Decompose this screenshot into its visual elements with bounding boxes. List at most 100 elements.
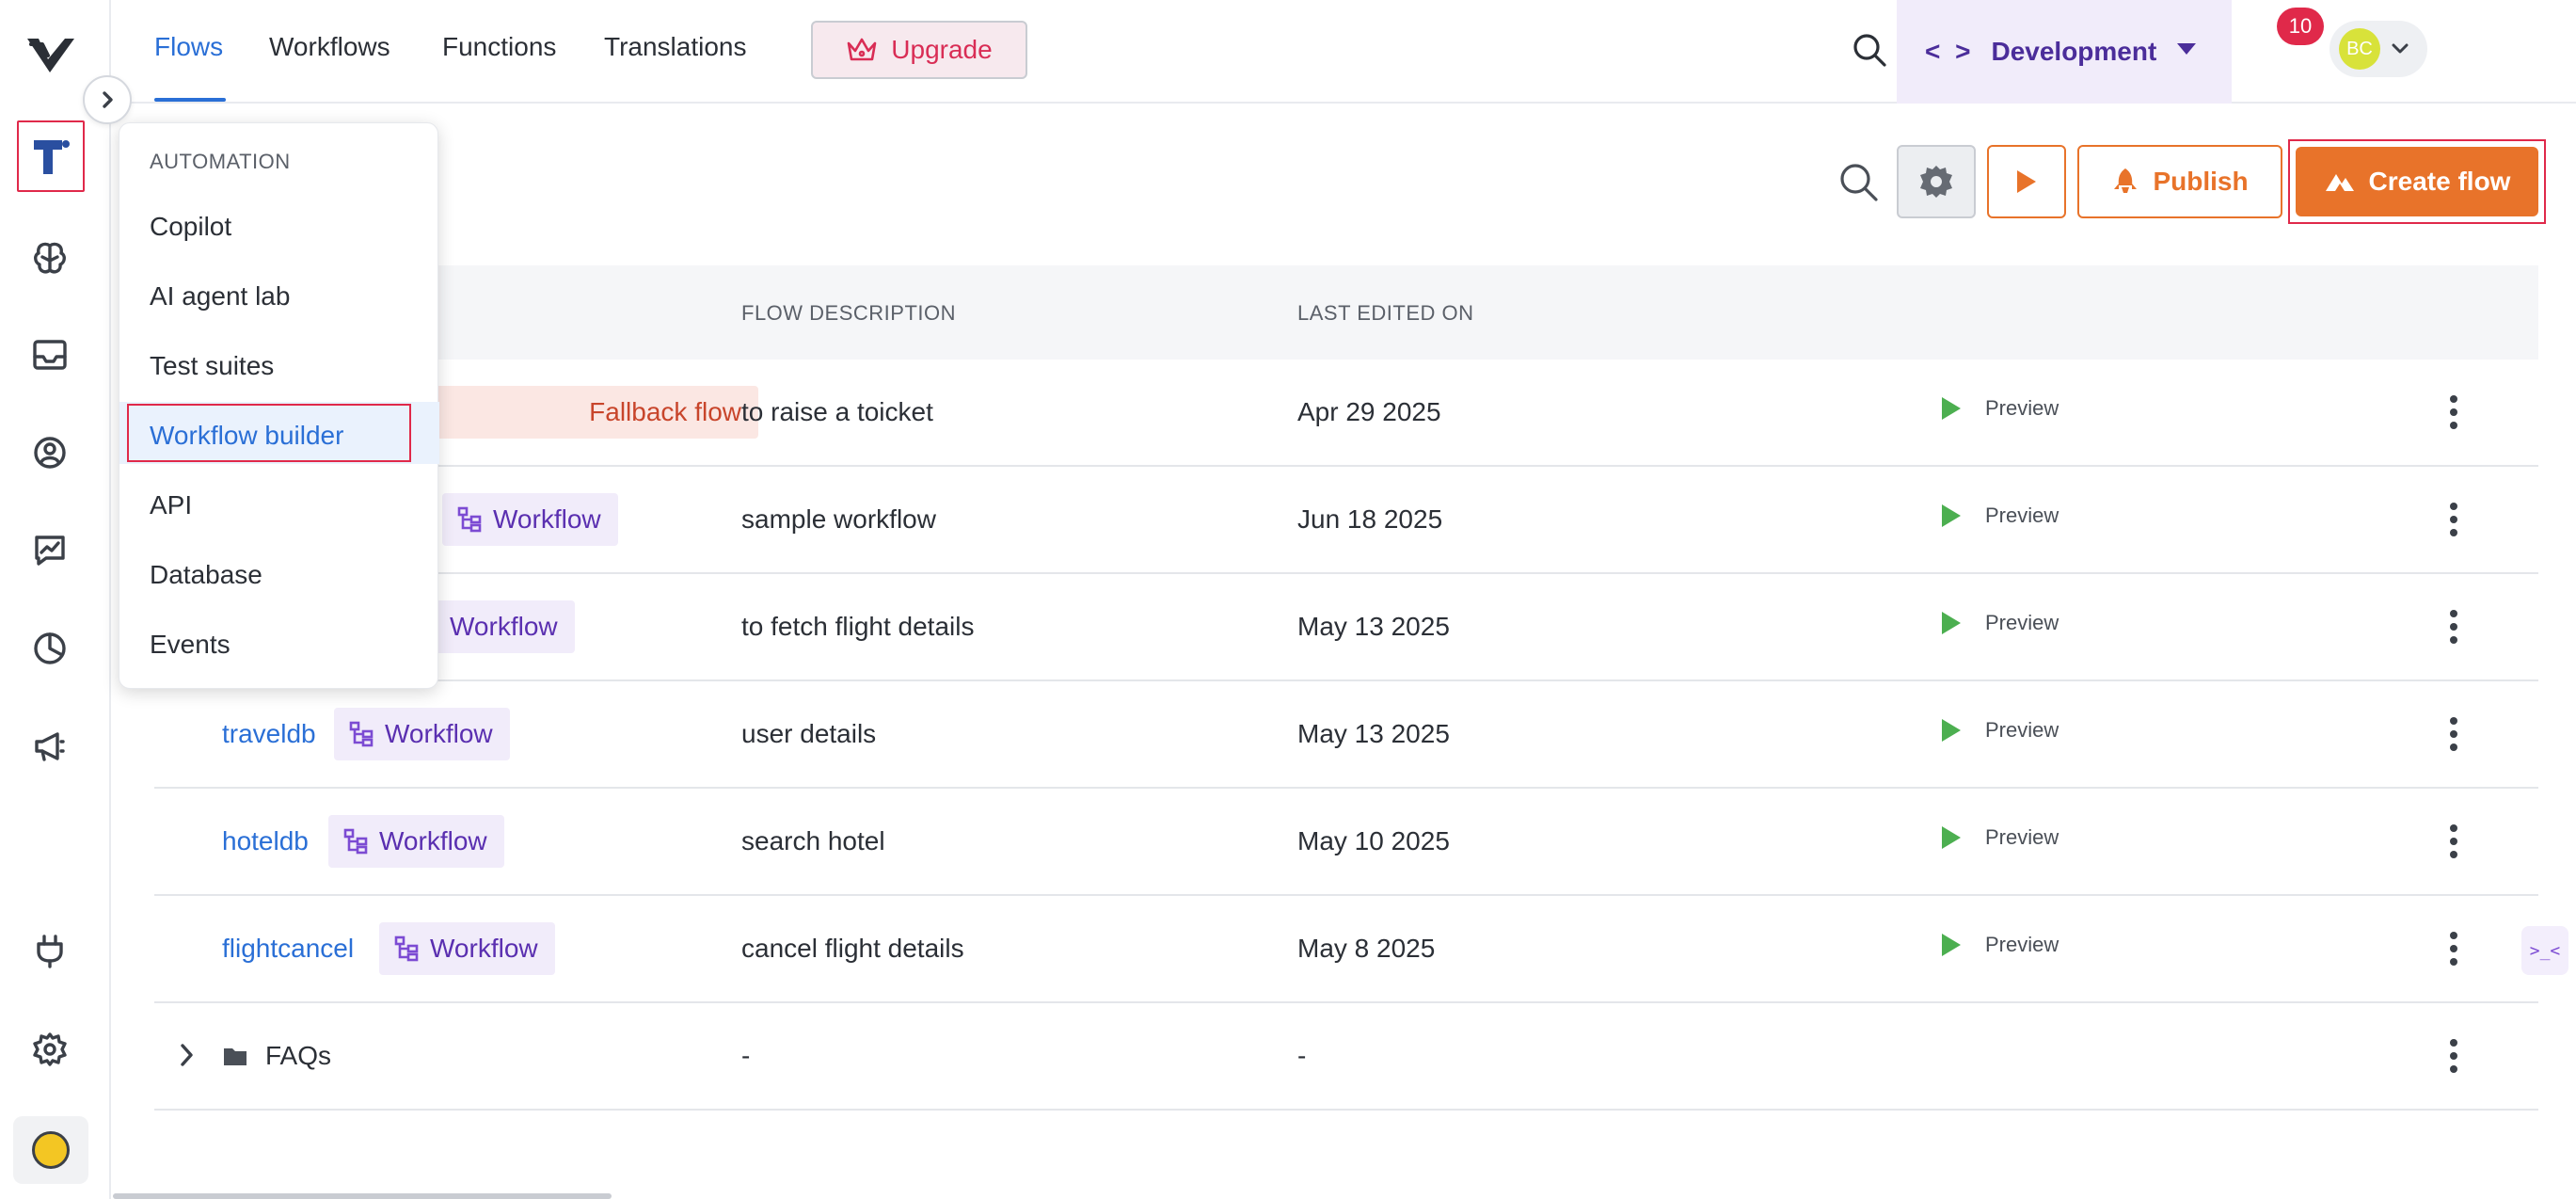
preview-label: Preview — [1985, 933, 2059, 956]
publish-label: Publish — [2153, 167, 2249, 196]
code-icon: < > — [1925, 37, 1975, 66]
last-edited: Apr 29 2025 — [1297, 397, 1441, 426]
tab-translations[interactable]: Translations — [604, 32, 746, 62]
menu-item-workflow-builder[interactable]: Workflow builder — [150, 421, 343, 451]
preview-button[interactable]: Preview — [1940, 824, 2059, 851]
preview-button[interactable]: Preview — [1940, 717, 2059, 743]
test-flow-button[interactable] — [1987, 145, 2066, 218]
tab-flows[interactable]: Flows — [154, 32, 223, 62]
flow-description: to fetch flight details — [741, 612, 975, 641]
flow-name-link[interactable]: flightcancel — [222, 934, 354, 964]
menu-item-ai-agent-lab[interactable]: AI agent lab — [150, 281, 290, 312]
create-flow-highlight: Create flow — [2288, 139, 2546, 224]
settings-icon[interactable] — [26, 1026, 73, 1073]
search-icon[interactable] — [1848, 28, 1891, 72]
flow-type-tag: Workflow — [442, 493, 618, 546]
notification-badge: 10 — [2277, 8, 2324, 45]
play-icon — [1942, 934, 1961, 956]
preview-label: Preview — [1985, 718, 2059, 742]
flow-type-label: Workflow — [450, 612, 558, 641]
table-row[interactable]: hoteldb Workflow search hotel May 10 202… — [154, 789, 2538, 896]
plugin-icon[interactable] — [26, 928, 73, 975]
table-row[interactable]: Workflow sample workflow Jun 18 2025 Pre… — [154, 467, 2538, 574]
preview-label: Preview — [1985, 611, 2059, 634]
more-options-icon[interactable] — [2442, 715, 2465, 753]
bot-avatar-icon[interactable] — [13, 1116, 88, 1184]
chevron-down-icon — [2177, 43, 2196, 55]
last-edited: Jun 18 2025 — [1297, 504, 1443, 534]
more-options-icon[interactable] — [2442, 501, 2465, 538]
menu-item-copilot[interactable]: Copilot — [150, 212, 231, 242]
preview-label: Preview — [1985, 396, 2059, 420]
rocket-icon — [2114, 168, 2138, 193]
publish-button[interactable]: Publish — [2077, 145, 2282, 218]
users-icon[interactable] — [26, 429, 73, 476]
active-tab-indicator — [154, 98, 226, 102]
floating-widget-button[interactable]: >_< — [2521, 926, 2568, 975]
upgrade-label: Upgrade — [891, 35, 993, 64]
flow-description: to raise a toicket — [741, 397, 933, 426]
preview-button[interactable]: Preview — [1940, 932, 2059, 958]
tab-functions[interactable]: Functions — [442, 32, 556, 62]
menu-item-database[interactable]: Database — [150, 560, 262, 590]
more-options-icon[interactable] — [2442, 823, 2465, 860]
pie-chart-icon[interactable] — [26, 625, 73, 672]
preview-button[interactable]: Preview — [1940, 503, 2059, 529]
last-edited: May 13 2025 — [1297, 719, 1450, 748]
gear-icon — [1920, 166, 1952, 198]
user-menu[interactable]: BC — [2330, 21, 2427, 77]
folder-row[interactable]: FAQs - - — [154, 1003, 2538, 1111]
flow-type-label: Fallback flow — [589, 397, 741, 426]
brain-icon[interactable] — [26, 235, 73, 282]
play-icon — [2017, 170, 2036, 193]
menu-item-events[interactable]: Events — [150, 630, 231, 660]
header-last-edited: LAST EDITED ON — [1297, 301, 1474, 325]
more-options-icon[interactable] — [2442, 930, 2465, 967]
more-options-icon[interactable] — [2442, 1037, 2465, 1075]
header-flow-description: FLOW DESCRIPTION — [741, 301, 957, 325]
upgrade-button[interactable]: Upgrade — [811, 21, 1027, 79]
table-row[interactable]: Fallback flow to raise a toicket Apr 29 … — [154, 360, 2538, 467]
expand-rail-button[interactable] — [83, 75, 132, 124]
play-icon — [1942, 826, 1961, 849]
megaphone-icon[interactable] — [26, 723, 73, 770]
more-options-icon[interactable] — [2442, 393, 2465, 431]
flow-type-tag: Workflow — [328, 815, 504, 868]
menu-item-test-suites[interactable]: Test suites — [150, 351, 274, 381]
settings-button[interactable] — [1897, 145, 1976, 218]
flow-name-link[interactable]: traveldb — [222, 719, 316, 749]
preview-button[interactable]: Preview — [1940, 395, 2059, 422]
tab-workflows[interactable]: Workflows — [269, 32, 390, 62]
flow-type-label: Workflow — [379, 826, 487, 855]
flow-type-label: Workflow — [385, 719, 493, 748]
flow-type-tag: Workflow — [379, 922, 555, 975]
chevron-right-icon[interactable] — [177, 1043, 196, 1072]
create-flow-button[interactable]: Create flow — [2296, 147, 2538, 216]
flow-search-icon[interactable] — [1837, 160, 1882, 205]
folder-name[interactable]: FAQs — [265, 1041, 331, 1071]
table-row[interactable]: Workflow to fetch flight details May 13 … — [154, 574, 2538, 681]
play-icon — [1942, 612, 1961, 634]
workflow-icon — [343, 828, 368, 855]
inbox-icon[interactable] — [26, 331, 73, 378]
left-rail — [0, 0, 111, 1199]
analytics-icon[interactable] — [26, 527, 73, 574]
logo-icon[interactable] — [23, 30, 77, 77]
folder-description: - — [741, 1041, 751, 1070]
folder-last-edited: - — [1297, 1041, 1307, 1070]
create-flow-label: Create flow — [2368, 167, 2511, 196]
environment-selector[interactable]: < > Development — [1897, 0, 2232, 104]
table-row[interactable]: flightcancel Workflow cancel flight deta… — [154, 896, 2538, 1003]
more-options-icon[interactable] — [2442, 608, 2465, 646]
workflow-icon — [349, 721, 374, 747]
flows-icon[interactable] — [17, 120, 85, 192]
menu-item-api[interactable]: API — [150, 490, 192, 520]
flow-name-link[interactable]: hoteldb — [222, 826, 309, 856]
avatar: BC — [2339, 28, 2380, 70]
table-row[interactable]: traveldb Workflow user details May 13 20… — [154, 681, 2538, 789]
flow-type-tag: Fallback flow — [427, 386, 758, 439]
horizontal-scrollbar[interactable] — [113, 1193, 612, 1199]
preview-button[interactable]: Preview — [1940, 610, 2059, 636]
last-edited: May 8 2025 — [1297, 934, 1436, 963]
workflow-icon — [394, 935, 419, 962]
